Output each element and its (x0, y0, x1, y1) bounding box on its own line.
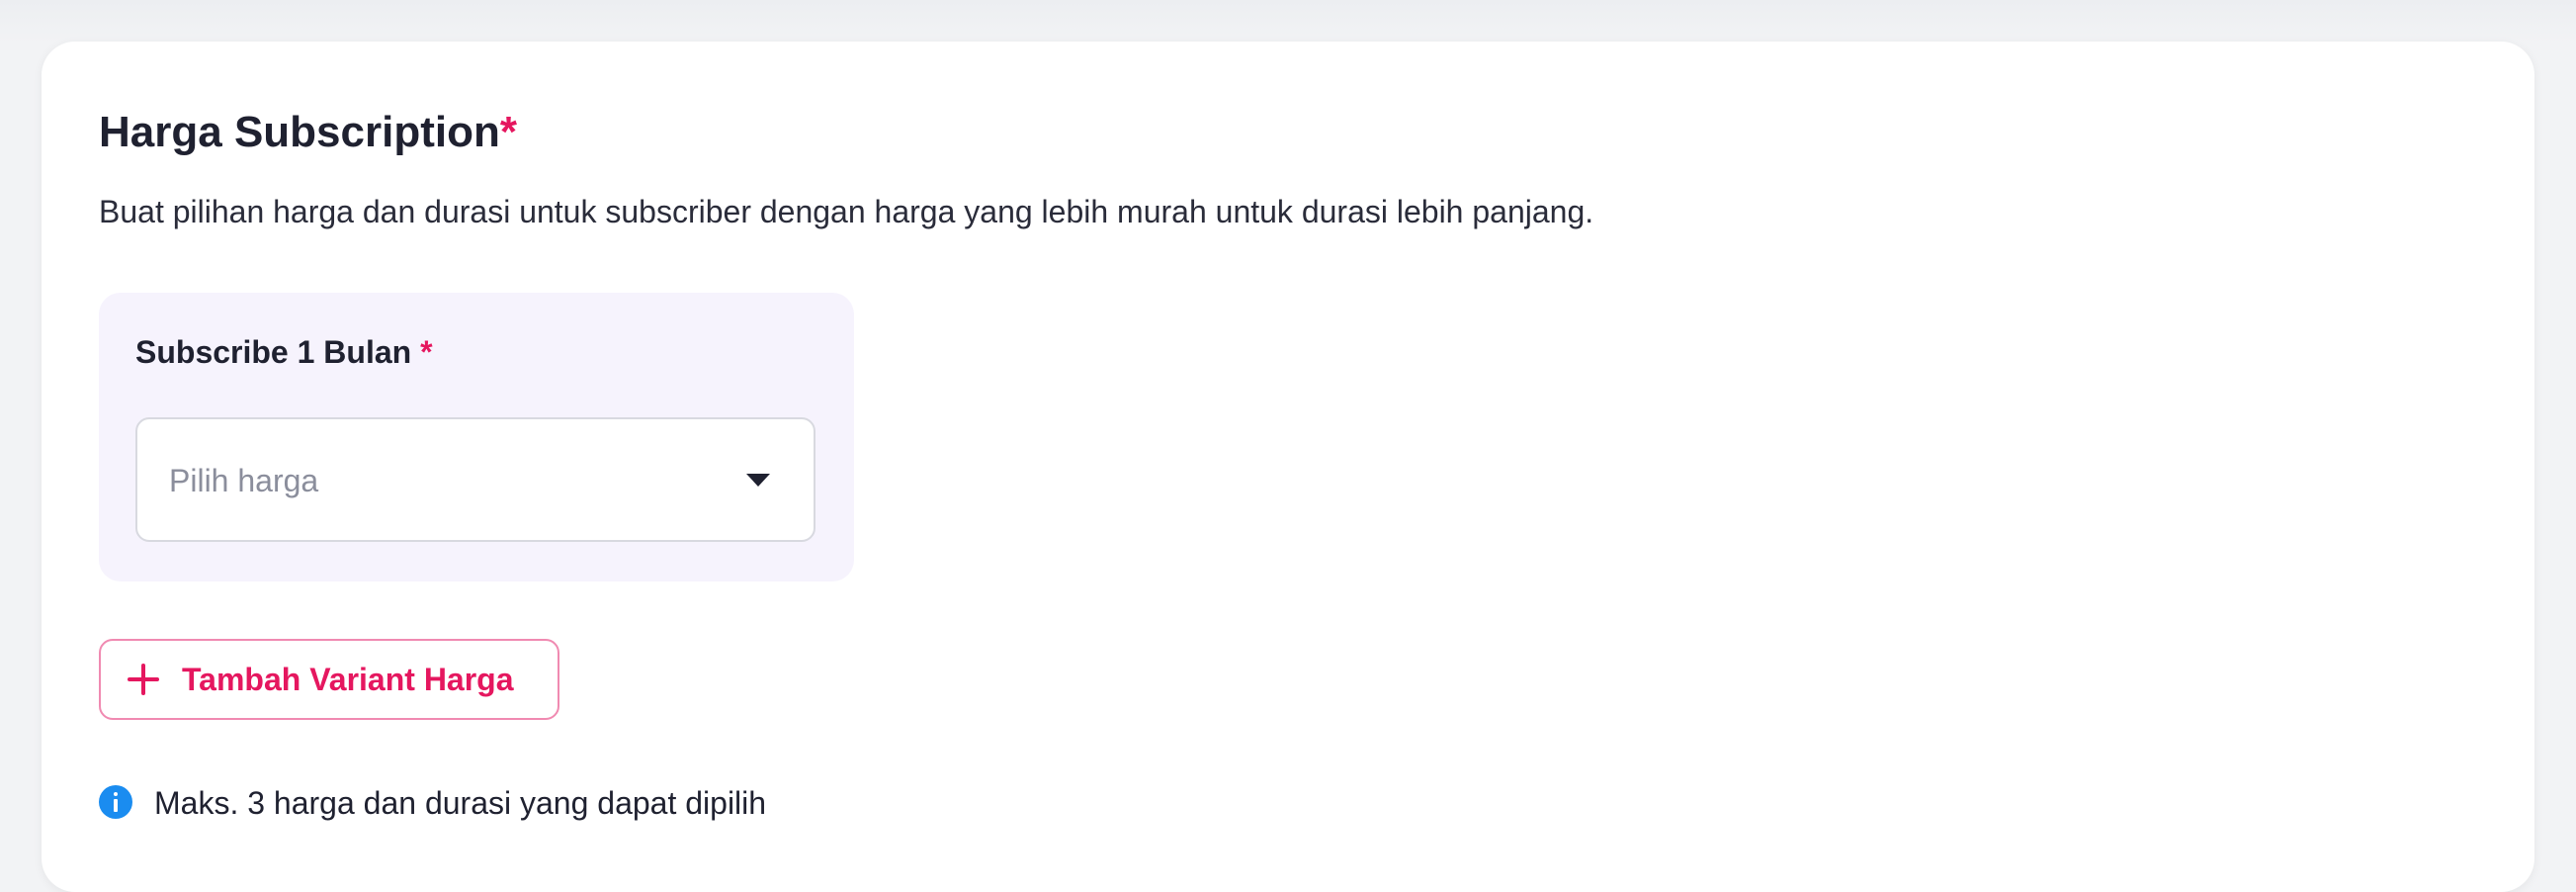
section-title-text: Harga Subscription (99, 108, 500, 156)
price-select[interactable]: Pilih harga (135, 417, 816, 542)
plus-icon (125, 661, 162, 698)
section-title: Harga Subscription* (99, 103, 517, 162)
variant-label: Subscribe 1 Bulan * (135, 332, 433, 372)
section-description: Buat pilihan harga dan durasi untuk subs… (99, 194, 1594, 229)
price-select-placeholder: Pilih harga (169, 463, 319, 498)
info-note-text: Maks. 3 harga dan durasi yang dapat dipi… (154, 785, 767, 821)
required-marker: * (499, 108, 517, 156)
add-price-variant-button[interactable]: Tambah Variant Harga (99, 639, 559, 720)
price-variant-card: Subscribe 1 Bulan * Pilih harga (99, 293, 854, 581)
caret-down-icon (746, 474, 770, 487)
variant-required-marker: * (420, 334, 433, 370)
page-top-shadow (0, 0, 2576, 44)
add-price-variant-label: Tambah Variant Harga (182, 662, 514, 697)
variant-label-text: Subscribe 1 Bulan (135, 334, 412, 370)
info-icon (99, 785, 132, 819)
